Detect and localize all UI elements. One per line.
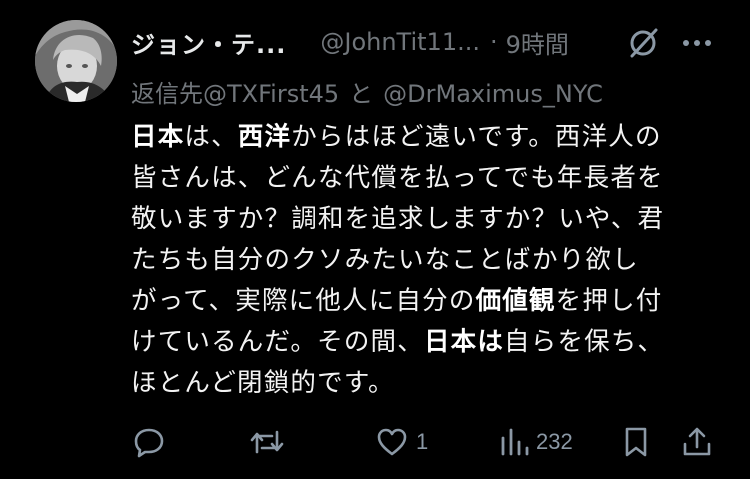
avatar-image <box>35 20 117 102</box>
like-button[interactable]: 1 <box>374 420 428 464</box>
reply-context: 返信先@TXFirst45 と @DrMaximus_NYC <box>131 74 603 109</box>
retweet-button[interactable] <box>248 420 292 464</box>
body-text-segment: がって、実際に他人に自分の <box>131 286 476 316</box>
share-upload-icon <box>683 427 711 456</box>
body-text-segment: を保ち、 <box>557 327 665 357</box>
tweet[interactable]: ジョン・テ... @JohnTit11... · 9時間 返信先@TXFirst… <box>0 0 750 479</box>
retweet-icon <box>250 430 284 454</box>
bold-text: 日本は <box>423 327 505 357</box>
bold-text: 価値観 <box>475 286 556 316</box>
heart-icon <box>377 428 407 456</box>
reply-bubble-icon <box>134 428 164 458</box>
tweet-body-line: ほとんど閉鎖的です。 <box>131 368 395 398</box>
views-bar-chart-icon <box>501 428 529 456</box>
tweet-body-line: 皆さんは、どんな代償を払ってでも年長者を <box>131 163 664 193</box>
views-button[interactable]: 232 <box>498 420 573 464</box>
share-button[interactable] <box>679 420 715 464</box>
separator-dot: · <box>489 28 498 56</box>
reply-mention-link[interactable]: @TXFirst45 <box>203 80 339 108</box>
user-handle[interactable]: @JohnTit11... <box>320 28 480 56</box>
body-text-segment: を押し付 <box>555 286 663 316</box>
tweet-body-line: たちも自分のクソみたいなことばかり欲し <box>131 245 639 275</box>
timestamp[interactable]: 9時間 <box>506 25 569 60</box>
tweet-body-line: 敬いますか？調和を追求しますか？いや、君 <box>131 204 665 234</box>
avatar[interactable] <box>35 20 117 102</box>
reply-prefix: 返信先 <box>131 80 203 108</box>
grok-slash-icon[interactable] <box>626 26 660 60</box>
more-horizontal-icon[interactable] <box>680 28 714 58</box>
display-name[interactable]: ジョン・テ... <box>131 25 286 60</box>
bold-text: 日本 <box>131 122 185 152</box>
views-count: 232 <box>536 429 573 454</box>
tweet-body-line: 日本は、西洋からはほど遠いです。西洋人の <box>131 117 711 158</box>
like-count: 1 <box>416 429 429 454</box>
bookmark-icon <box>625 427 647 457</box>
tweet-body-line: がって、実際に他人に自分の価値観を押し付 <box>131 281 711 322</box>
tweet-body-line: けているんだ。その間、日本は自らを保ち、 <box>131 322 711 363</box>
tweet-body: 日本は、西洋からはほど遠いです。西洋人の 皆さんは、どんな代償を払ってでも年長者… <box>131 117 711 404</box>
body-text-segment: からはほど遠いです。西洋人の <box>291 122 662 152</box>
reply-button[interactable] <box>131 420 173 464</box>
body-text-segment: 自ら <box>504 327 558 357</box>
body-text-segment: けているんだ。その間、 <box>131 327 424 357</box>
reply-conjunction: と <box>349 80 374 108</box>
reply-mention-link[interactable]: @DrMaximus_NYC <box>383 80 603 108</box>
bookmark-button[interactable] <box>619 420 653 464</box>
body-text-segment: は、 <box>184 122 238 152</box>
action-bar: 1 232 <box>131 420 721 464</box>
bold-text: 西洋 <box>237 122 292 152</box>
